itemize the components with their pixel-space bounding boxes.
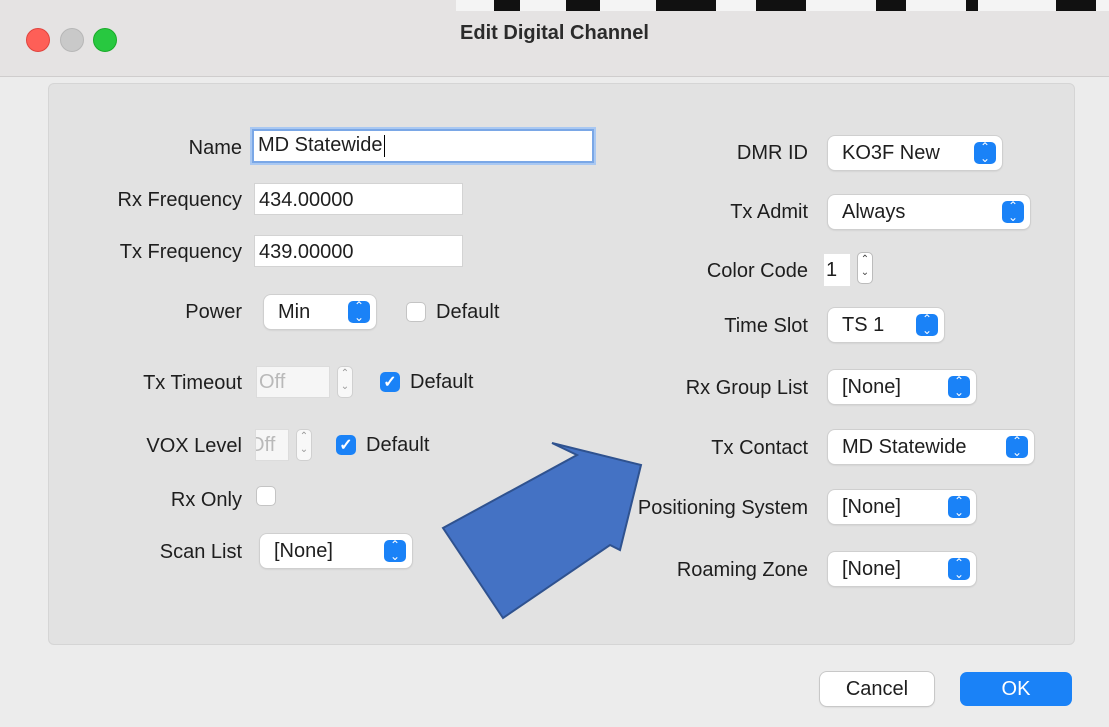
tx-timeout-default-checkbox[interactable]: ✓: [380, 372, 400, 392]
chevron-updown-icon: ⌃ ⌄: [1002, 200, 1024, 223]
dmr-id-label: DMR ID: [736, 142, 808, 164]
roaming-zone-label: Roaming Zone: [676, 559, 808, 581]
title-bar: Edit Digital Channel: [0, 0, 1109, 77]
chevron-updown-icon: ⌃ ⌄: [916, 313, 938, 336]
tx-timeout-field[interactable]: Off: [256, 366, 330, 398]
name-label: Name: [188, 137, 242, 159]
power-popup[interactable]: Min ⌃ ⌄: [264, 295, 376, 329]
tx-admit-popup[interactable]: Always ⌃ ⌄: [828, 195, 1030, 229]
positioning-system-label: Positioning System: [637, 497, 808, 519]
color-code-field[interactable]: 1: [824, 254, 850, 286]
chevron-updown-icon: ⌃ ⌄: [948, 557, 970, 580]
scan-list-label: Scan List: [159, 541, 242, 563]
vox-level-field[interactable]: Off: [255, 429, 289, 461]
rx-only-label: Rx Only: [170, 489, 242, 511]
ok-button[interactable]: OK: [960, 672, 1072, 706]
tx-frequency-field[interactable]: 439.00000: [254, 235, 463, 267]
background-window-strip: [456, 0, 1109, 11]
tx-contact-label: Tx Contact: [711, 437, 808, 459]
chevron-updown-icon: ⌃ ⌄: [974, 141, 996, 164]
vox-level-stepper[interactable]: ⌃ ⌄: [296, 429, 312, 461]
chevron-updown-icon: ⌃ ⌄: [348, 300, 370, 323]
positioning-system-popup[interactable]: [None] ⌃ ⌄: [828, 490, 976, 524]
time-slot-label: Time Slot: [724, 315, 808, 337]
vox-level-default-checkbox[interactable]: ✓: [336, 435, 356, 455]
chevron-updown-icon: ⌃ ⌄: [948, 375, 970, 398]
rx-frequency-field[interactable]: 434.00000: [254, 183, 463, 215]
checkmark-icon: ✓: [339, 437, 353, 454]
roaming-zone-popup[interactable]: [None] ⌃ ⌄: [828, 552, 976, 586]
chevron-updown-icon: ⌃ ⌄: [1006, 435, 1028, 458]
tx-contact-popup[interactable]: MD Statewide ⌃ ⌄: [828, 430, 1034, 464]
vox-level-label: VOX Level: [146, 435, 242, 457]
rx-group-list-popup[interactable]: [None] ⌃ ⌄: [828, 370, 976, 404]
color-code-stepper[interactable]: ⌃ ⌄: [857, 252, 873, 284]
power-default-checkbox[interactable]: [406, 302, 426, 322]
dmr-id-popup[interactable]: KO3F New ⌃ ⌄: [828, 136, 1002, 170]
color-code-label: Color Code: [706, 260, 808, 282]
tx-timeout-stepper[interactable]: ⌃ ⌄: [337, 366, 353, 398]
text-caret: [383, 134, 385, 157]
tx-frequency-label: Tx Frequency: [119, 241, 242, 263]
window-title: Edit Digital Channel: [460, 22, 649, 44]
checkmark-icon: ✓: [383, 374, 397, 391]
tx-timeout-label: Tx Timeout: [143, 372, 242, 394]
rx-group-list-label: Rx Group List: [685, 377, 808, 399]
chevron-updown-icon: ⌃ ⌄: [948, 495, 970, 518]
tx-timeout-default-label: Default: [410, 371, 474, 393]
power-default-label: Default: [436, 301, 500, 323]
vox-level-default-label: Default: [366, 434, 430, 456]
rx-only-checkbox[interactable]: [256, 486, 276, 506]
chevron-updown-icon: ⌃ ⌄: [384, 539, 406, 562]
rx-frequency-label: Rx Frequency: [117, 189, 243, 211]
scan-list-popup[interactable]: [None] ⌃ ⌄: [260, 534, 412, 568]
cancel-button[interactable]: Cancel: [820, 672, 934, 706]
tx-admit-label: Tx Admit: [730, 201, 808, 223]
time-slot-popup[interactable]: TS 1 ⌃ ⌄: [828, 308, 944, 342]
name-field[interactable]: MD Statewide: [252, 129, 594, 163]
power-label: Power: [185, 301, 242, 323]
